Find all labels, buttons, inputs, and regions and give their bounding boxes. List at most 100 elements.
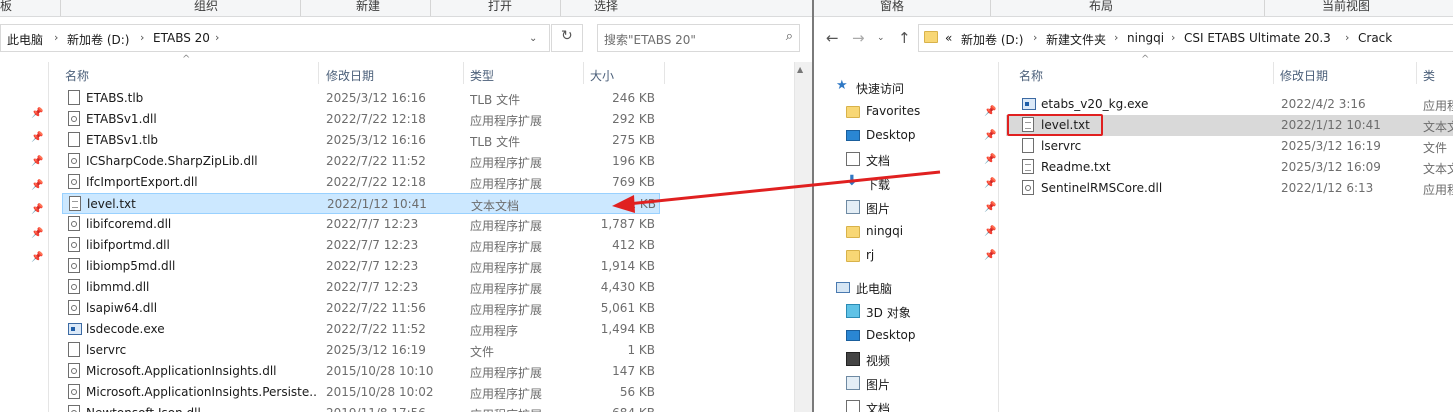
search-box[interactable]: 搜索"ETABS 20" ⌕ — [597, 24, 800, 52]
file-row[interactable]: IfcImportExport.dll 2022/7/22 12:18 应用程序扩展… — [62, 172, 660, 193]
nav-item[interactable]: Desktop — [814, 325, 998, 347]
right-address-bar[interactable]: « 新加卷 (D:) › 新建文件夹 › ningqi › CSI ETABS … — [918, 24, 1453, 52]
nav-item[interactable]: 文档 📌 — [814, 149, 998, 171]
nav-item[interactable]: 此电脑 — [814, 277, 998, 299]
refresh-button[interactable]: ↻ — [551, 24, 583, 52]
nav-item-label: 此电脑 — [856, 282, 893, 296]
nav-item-label: 图片 — [866, 378, 891, 392]
file-row[interactable]: libmmd.dll 2022/7/7 12:23 应用程序扩展 4,430 KB — [62, 277, 660, 298]
nav-item[interactable]: 图片 📌 — [814, 197, 998, 219]
file-name: Microsoft.ApplicationInsights.dll — [86, 364, 277, 378]
breadcrumb-ningqi[interactable]: ningqi — [1127, 31, 1164, 45]
nav-item[interactable]: 3D 对象 — [814, 301, 998, 323]
ribbon-group-current-view[interactable]: 当前视图 — [1322, 0, 1370, 14]
breadcrumb-separator-icon[interactable]: › — [1171, 31, 1175, 44]
search-placeholder: 搜索"ETABS 20" — [604, 33, 696, 47]
breadcrumb-drive-d[interactable]: 新加卷 (D:) — [961, 31, 1023, 48]
file-row[interactable]: ICSharpCode.SharpZipLib.dll 2022/7/22 11:… — [62, 151, 660, 172]
column-header-type[interactable]: 类型 — [470, 67, 494, 84]
pictures-icon — [846, 376, 860, 390]
nav-item[interactable]: ningqi 📌 — [814, 221, 998, 243]
column-header-name[interactable]: 名称 — [65, 67, 89, 84]
nav-item[interactable]: ★ 快速访问 — [814, 77, 998, 99]
download-icon: ⬇ — [846, 173, 858, 189]
ribbon-group-organize[interactable]: 组织 — [194, 0, 218, 14]
file-modified-date: 2025/3/12 16:16 — [326, 133, 426, 147]
file-row[interactable]: etabs_v20_kg.exe 2022/4/2 3:16 应用程 — [1006, 94, 1453, 115]
address-history-dropdown-icon[interactable]: ⌄ — [529, 33, 537, 44]
nav-item[interactable]: rj 📌 — [814, 245, 998, 267]
file-row[interactable]: ETABSv1.tlb 2025/3/12 16:16 TLB 文件 275 KB — [62, 130, 660, 151]
file-row[interactable]: ETABSv1.dll 2022/7/22 12:18 应用程序扩展 292 KB — [62, 109, 660, 130]
file-row[interactable]: Readme.txt 2025/3/12 16:09 文本文 — [1006, 157, 1453, 178]
column-header-type[interactable]: 类 — [1423, 67, 1435, 84]
forward-arrow-icon[interactable]: → — [852, 29, 865, 47]
breadcrumb-overflow[interactable]: « — [945, 31, 952, 45]
nav-item[interactable]: 视频 — [814, 349, 998, 371]
left-vertical-scrollbar[interactable]: ▲ — [794, 62, 812, 412]
ribbon-group-clipboard[interactable]: 板 — [0, 0, 12, 14]
breadcrumb-separator-icon[interactable]: › — [54, 31, 58, 44]
column-header-date[interactable]: 修改日期 — [326, 67, 374, 84]
file-row[interactable]: lservrc 2025/3/12 16:19 文件 1 KB — [62, 340, 660, 361]
sort-ascending-icon: ^ — [1141, 54, 1150, 65]
pin-icon: 📌 — [31, 204, 44, 215]
scroll-up-icon[interactable]: ▲ — [797, 65, 803, 74]
breadcrumb-new-folder[interactable]: 新建文件夹 — [1046, 31, 1106, 48]
3d-objects-icon — [846, 304, 860, 318]
file-size: 246 KB — [612, 91, 655, 105]
breadcrumb-separator-icon[interactable]: › — [1345, 31, 1349, 44]
file-row[interactable]: ETABS.tlb 2025/3/12 16:16 TLB 文件 246 KB — [62, 88, 660, 109]
breadcrumb-drive-d[interactable]: 新加卷 (D:) — [67, 31, 129, 48]
ribbon-group-open[interactable]: 打开 — [488, 0, 512, 14]
breadcrumb-separator-icon[interactable]: › — [215, 31, 219, 44]
file-row[interactable]: libiomp5md.dll 2022/7/7 12:23 应用程序扩展 1,914 … — [62, 256, 660, 277]
ribbon-group-layout[interactable]: 布局 — [1089, 0, 1113, 14]
left-address-bar[interactable]: 此电脑 › 新加卷 (D:) › ETABS 20 › ⌄ — [0, 24, 550, 52]
breadcrumb-crack[interactable]: Crack — [1358, 31, 1392, 45]
breadcrumb-this-pc[interactable]: 此电脑 — [7, 31, 43, 48]
nav-item[interactable]: 图片 — [814, 373, 998, 395]
file-modified-date: 2022/7/7 12:23 — [326, 217, 419, 231]
nav-item[interactable]: Desktop 📌 — [814, 125, 998, 147]
file-row[interactable]: lsapiw64.dll 2022/7/22 11:56 应用程序扩展 5,061 K… — [62, 298, 660, 319]
breadcrumb-separator-icon[interactable]: › — [140, 31, 144, 44]
breadcrumb-csi-etabs[interactable]: CSI ETABS Ultimate 20.3 — [1184, 31, 1331, 45]
pin-icon: 📌 — [31, 156, 44, 167]
file-row[interactable]: Microsoft.ApplicationInsights.dll 2015/10… — [62, 361, 660, 382]
nav-item[interactable]: ⬇ 下载 📌 — [814, 173, 998, 195]
column-header-size[interactable]: 大小 — [590, 67, 614, 84]
breadcrumb-separator-icon[interactable]: › — [1114, 31, 1118, 44]
up-arrow-icon[interactable]: ↑ — [898, 29, 911, 47]
column-header-name[interactable]: 名称 — [1019, 67, 1043, 84]
file-row[interactable]: lsdecode.exe 2022/7/22 11:52 应用程序 1,494 KB — [62, 319, 660, 340]
file-row[interactable]: Microsoft.ApplicationInsights.Persiste..… — [62, 382, 660, 403]
dll-icon — [68, 237, 80, 252]
recent-locations-icon[interactable]: ⌄ — [877, 33, 885, 43]
file-row[interactable]: level.txt 2022/1/12 10:41 文本文档 1 KB — [62, 193, 660, 214]
file-row[interactable]: SentinelRMSCore.dll 2022/1/12 6:13 应用程 — [1006, 178, 1453, 199]
file-name: libmmd.dll — [86, 280, 150, 294]
ribbon-group-select[interactable]: 选择 — [594, 0, 618, 14]
back-arrow-icon[interactable]: ← — [826, 29, 839, 47]
text-file-icon — [1022, 159, 1034, 174]
breadcrumb-separator-icon[interactable]: › — [1033, 31, 1037, 44]
file-icon — [68, 342, 80, 357]
right-address-row: ← → ⌄ ↑ « 新加卷 (D:) › 新建文件夹 › ningqi › CS… — [814, 24, 1453, 52]
file-row[interactable]: libifportmd.dll 2022/7/7 12:23 应用程序扩展 412 K… — [62, 235, 660, 256]
ribbon-group-panes[interactable]: 窗格 — [880, 0, 904, 14]
nav-item[interactable]: Favorites 📌 — [814, 101, 998, 123]
file-size: 684 KB — [582, 406, 655, 412]
column-header-date[interactable]: 修改日期 — [1280, 67, 1328, 84]
file-row[interactable]: Newtonsoft.Json.dll 2019/11/8 17:56 应用程序扩展… — [62, 403, 660, 412]
file-type: 应用程序扩展 — [470, 219, 543, 233]
breadcrumb-etabs20[interactable]: ETABS 20 — [153, 31, 210, 45]
file-size: 412 KB — [612, 238, 655, 252]
ribbon-group-new[interactable]: 新建 — [356, 0, 380, 14]
file-size: 1,787 KB — [600, 217, 655, 231]
file-row[interactable]: libifcoremd.dll 2022/7/7 12:23 应用程序扩展 1,787… — [62, 214, 660, 235]
file-size: 1,494 KB — [600, 322, 655, 336]
sort-ascending-icon: ^ — [182, 54, 191, 65]
file-row[interactable]: lservrc 2025/3/12 16:19 文件 — [1006, 136, 1453, 157]
nav-item[interactable]: 文档 — [814, 397, 998, 412]
